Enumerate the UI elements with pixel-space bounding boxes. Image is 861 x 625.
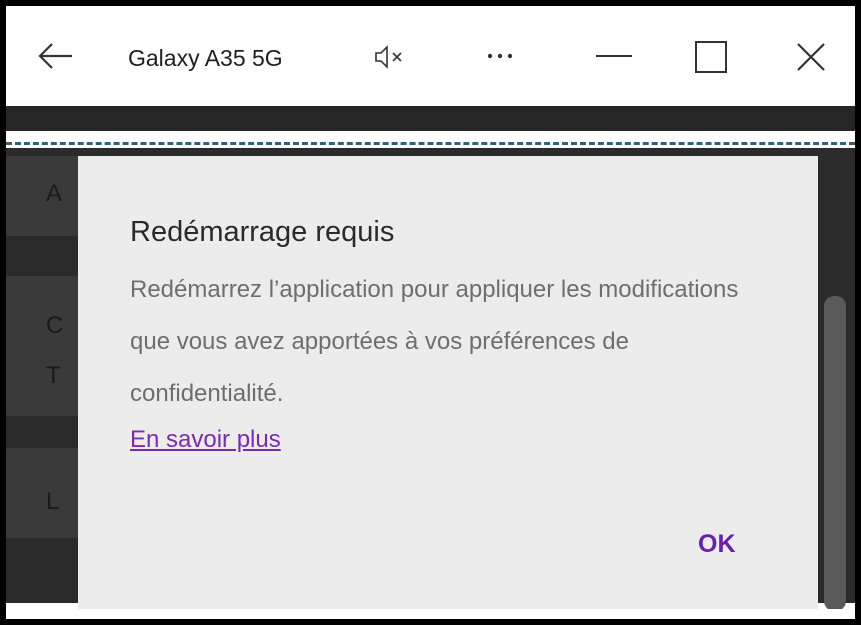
bottom-edge [6,609,855,619]
title-bar: Galaxy A35 5G [6,6,855,106]
background-letter: L [46,488,60,515]
dashed-divider [6,142,855,145]
arrow-left-icon [38,43,72,69]
restart-required-dialog: Redémarrage requis Redémarrez l’applicat… [78,156,818,609]
dialog-title: Redémarrage requis [130,216,395,248]
back-button[interactable] [36,36,76,76]
minimize-icon [596,55,632,57]
more-options-button[interactable] [484,40,516,72]
mute-button[interactable] [372,42,408,72]
background-letter: A [46,180,63,207]
background-scrollbar [824,296,846,611]
window-frame: Galaxy A35 5G A C T L Redémarrage requis… [0,0,861,625]
minimize-button[interactable] [594,36,634,76]
close-icon [797,43,825,71]
app-top-strip [6,106,855,131]
learn-more-link[interactable]: En savoir plus [130,424,281,456]
ok-button[interactable]: OK [692,526,742,563]
background-letter: C [46,312,64,339]
speaker-muted-icon [375,45,402,69]
close-button[interactable] [792,38,830,76]
background-letter: T [46,362,61,389]
more-horizontal-icon [487,53,513,59]
window-title: Galaxy A35 5G [128,45,283,71]
maximize-button[interactable] [692,38,730,76]
maximize-icon [695,41,727,73]
dialog-message: Redémarrez l’application pour appliquer … [130,276,739,407]
